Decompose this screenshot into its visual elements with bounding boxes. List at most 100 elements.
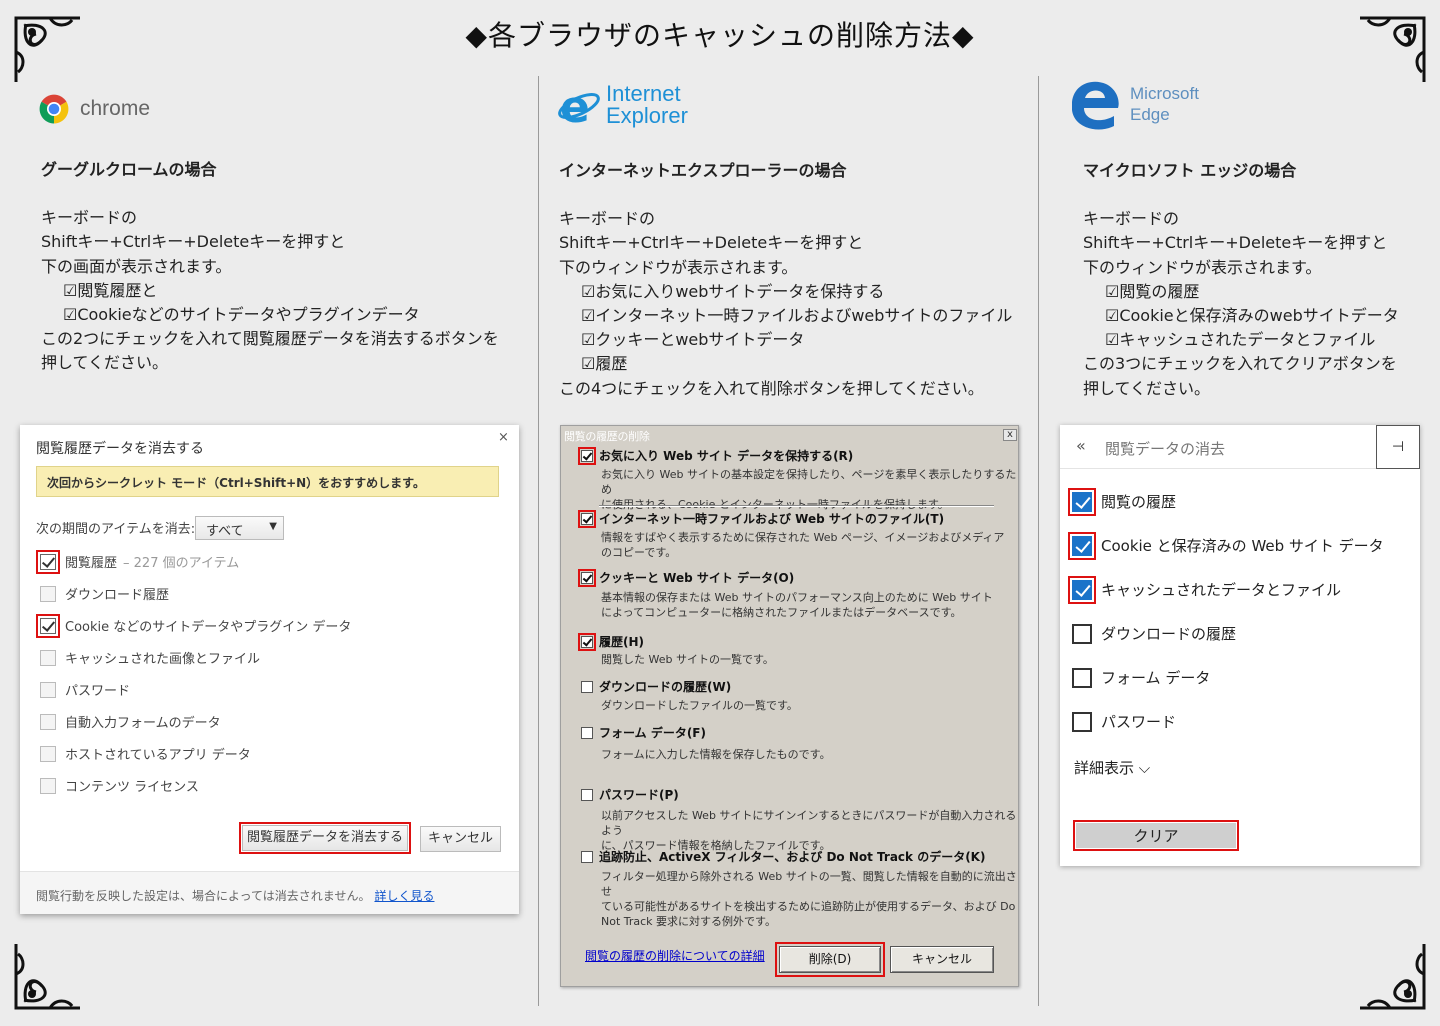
edge-logo-text-2: Edge — [1130, 105, 1170, 124]
option-preserve-favorites[interactable]: お気に入り Web サイト データを保持する(R) — [578, 446, 853, 465]
checkbox[interactable] — [40, 649, 56, 666]
checkbox[interactable] — [1068, 575, 1096, 604]
edge-clear-data-panel: « 閲覧データの消去 ⊣ 閲覧の履歴 Cookie と保存済みの Web サイト… — [1060, 425, 1420, 866]
chrome-clear-dialog: 閲覧履歴データを消去する × 次回からシークレット モード（Ctrl+Shift… — [20, 425, 519, 914]
option-label: インターネット一時ファイルおよび Web サイトのファイル(T) — [599, 512, 945, 526]
back-icon[interactable]: « — [1076, 436, 1086, 455]
desc-line: のコピーです。 — [601, 546, 677, 559]
option-label: パスワード — [65, 684, 131, 699]
option-label: ホストされているアプリ データ — [65, 748, 251, 763]
column-divider — [538, 76, 539, 1006]
option-browsing-history[interactable]: 閲覧の履歴 — [1068, 487, 1176, 516]
checkbox[interactable] — [581, 726, 593, 739]
checkbox[interactable] — [578, 568, 596, 587]
checkbox[interactable] — [40, 777, 56, 794]
ornament-corner-icon — [14, 16, 80, 82]
checkbox[interactable] — [1068, 531, 1096, 560]
instruction-item: ☑お気に入りwebサイトデータを保持する — [581, 281, 885, 301]
checkbox[interactable] — [1072, 667, 1092, 688]
option-cookies[interactable]: クッキーと Web サイト データ(O) — [578, 568, 795, 587]
checkbox[interactable] — [1072, 711, 1092, 732]
option-temp-files[interactable]: インターネット一時ファイルおよび Web サイトのファイル(T) — [578, 509, 945, 528]
checkbox[interactable] — [578, 509, 596, 528]
desc-line: お気に入り Web サイトの基本設定を保持したり、ページを素早く表示したりするた… — [601, 468, 1017, 496]
option-form-data[interactable]: フォーム データ(F) — [581, 724, 706, 741]
option-content-licenses[interactable]: コンテンツ ライセンス — [40, 776, 199, 795]
option-description: ダウンロードしたファイルの一覧です。 — [601, 698, 798, 713]
checkbox[interactable] — [1068, 487, 1096, 516]
close-icon[interactable]: x — [1003, 429, 1017, 441]
option-label: ダウンロード履歴 — [65, 588, 170, 603]
instruction-item: ☑閲覧履歴と — [63, 280, 158, 300]
checkbox[interactable] — [40, 713, 56, 730]
option-form-data[interactable]: フォーム データ — [1072, 667, 1210, 688]
checkbox[interactable] — [40, 745, 56, 762]
checkbox[interactable] — [581, 850, 593, 863]
option-passwords[interactable]: パスワード — [1072, 711, 1176, 732]
option-passwords[interactable]: パスワード(P) — [581, 786, 679, 803]
option-cache[interactable]: キャッシュされたデータとファイル — [1068, 575, 1342, 604]
ie-logo: e Internet Explorer — [556, 82, 688, 128]
option-description: 基本情報の保存または Web サイトのパフォーマンス向上のために Web サイト… — [601, 590, 993, 620]
option-history[interactable]: 履歴(H) — [578, 632, 645, 651]
option-description: フォームに入力した情報を保存したものです。 — [601, 747, 831, 762]
edge-logo: Microsoft Edge — [1068, 76, 1199, 132]
dialog-footer: 閲覧行動を反映した設定は、場合によっては消去されません。 詳しく見る — [20, 871, 519, 914]
option-label: コンテンツ ライセンス — [65, 780, 199, 795]
option-download-history[interactable]: ダウンロード履歴 — [40, 584, 169, 603]
option-label: 閲覧履歴 — [65, 556, 118, 571]
edge-instructions: マイクロソフト エッジの場合 キーボードの Shiftキー+Ctrlキー+Del… — [1083, 159, 1399, 401]
checkbox[interactable] — [581, 680, 593, 693]
checkbox[interactable] — [40, 681, 56, 698]
instruction-line: 下の画面が表示されます。 — [41, 256, 232, 276]
edge-logo-icon — [1072, 81, 1119, 130]
chrome-logo-icon — [39, 94, 69, 124]
period-select[interactable]: すべて ▼ — [195, 516, 284, 540]
option-label: キャッシュされたデータとファイル — [1101, 581, 1342, 599]
checkbox[interactable] — [578, 632, 596, 651]
option-label: 履歴(H) — [599, 635, 645, 649]
option-label: 自動入力フォームのデータ — [65, 716, 221, 731]
option-autofill[interactable]: 自動入力フォームのデータ — [40, 712, 221, 731]
desc-line: 以前アクセスした Web サイトにサインインするときにパスワードが自動入力される… — [601, 809, 1017, 837]
option-download-history[interactable]: ダウンロードの履歴(W) — [581, 678, 731, 695]
checkbox[interactable] — [1072, 623, 1092, 644]
option-cache[interactable]: キャッシュされた画像とファイル — [40, 648, 260, 667]
option-passwords[interactable]: パスワード — [40, 680, 130, 699]
learn-more-link[interactable]: 詳しく見る — [374, 889, 434, 903]
checkbox[interactable] — [578, 446, 596, 465]
item-count: – 227 個のアイテム — [123, 556, 240, 571]
desc-line: ダウンロードしたファイルの一覧です。 — [601, 699, 798, 712]
chrome-logo: chrome — [38, 93, 150, 125]
option-cookies[interactable]: Cookie と保存済みの Web サイト データ — [1068, 531, 1384, 560]
option-tracking-protection[interactable]: 追跡防止、ActiveX フィルター、および Do Not Track のデータ… — [581, 848, 985, 865]
ie-logo-text-1: Internet — [606, 81, 681, 106]
cancel-button[interactable]: キャンセル — [420, 826, 501, 852]
checkbox[interactable] — [36, 549, 60, 574]
history-details-link[interactable]: 閲覧の履歴の削除についての詳細 — [585, 947, 765, 964]
clear-data-button[interactable]: 閲覧履歴データを消去する — [239, 822, 411, 854]
clear-button[interactable]: クリア — [1073, 820, 1239, 851]
delete-button[interactable]: 削除(D) — [775, 942, 885, 977]
desc-line: 基本情報の保存または Web サイトのパフォーマンス向上のために Web サイト — [601, 591, 993, 604]
pin-icon[interactable]: ⊣ — [1376, 425, 1420, 469]
show-more-link[interactable]: 詳細表示 ⌵ — [1074, 757, 1150, 778]
close-icon[interactable]: × — [498, 430, 509, 445]
checkbox[interactable] — [581, 788, 593, 801]
desc-line: フォームに入力した情報を保存したものです。 — [601, 748, 831, 761]
option-download-history[interactable]: ダウンロードの履歴 — [1072, 623, 1236, 644]
option-browsing-history[interactable]: 閲覧履歴 – 227 個のアイテム — [36, 549, 240, 574]
checkbox[interactable] — [40, 585, 56, 602]
dialog-title: 閲覧履歴データを消去する — [36, 441, 204, 457]
option-hosted-app-data[interactable]: ホストされているアプリ データ — [40, 744, 251, 763]
option-cookies[interactable]: Cookie などのサイトデータやプラグイン データ — [36, 613, 351, 638]
ornament-corner-icon — [14, 944, 80, 1010]
ie-delete-history-dialog: 閲覧の履歴の削除 x お気に入り Web サイト データを保持する(R) お気に… — [560, 425, 1019, 987]
instruction-line: 押してください。 — [1083, 378, 1211, 398]
cancel-button[interactable]: キャンセル — [890, 946, 994, 973]
desc-line: 閲覧した Web サイトの一覧です。 — [601, 653, 774, 666]
option-label: クッキーと Web サイト データ(O) — [599, 571, 795, 585]
instruction-item: ☑Cookieなどのサイトデータやプラグインデータ — [63, 305, 420, 325]
checkbox[interactable] — [36, 613, 60, 638]
instruction-item: ☑キャッシュされたデータとファイル — [1105, 330, 1376, 350]
